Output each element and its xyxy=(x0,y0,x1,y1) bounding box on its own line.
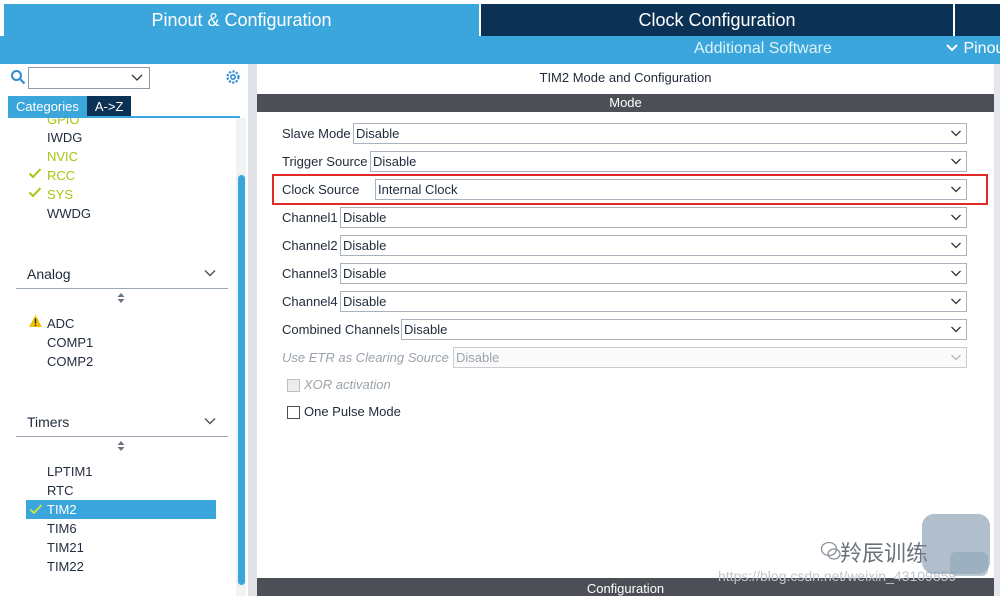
select-value: Disable xyxy=(404,322,448,337)
group-divider xyxy=(16,288,228,289)
clock-source-highlight-box xyxy=(272,174,988,205)
channel2-label: Channel2 xyxy=(282,238,338,253)
combined-channels-label: Combined Channels xyxy=(282,322,400,337)
check-icon xyxy=(29,504,43,515)
chevron-down-icon[interactable] xyxy=(130,70,144,84)
panel-splitter[interactable] xyxy=(248,64,257,596)
tab-a-z[interactable]: A->Z xyxy=(86,96,132,116)
top-tab-bar: Pinout & Configuration Clock Configurati… xyxy=(0,0,1000,36)
sort-icon[interactable] xyxy=(116,440,126,452)
channel4-label: Channel4 xyxy=(282,294,338,309)
list-item-tim22[interactable]: TIM22 xyxy=(47,557,84,576)
trigger-source-select[interactable]: Disable xyxy=(370,151,967,172)
channel1-label: Channel1 xyxy=(282,210,338,225)
peripheral-tree: GPIO IWDG NVIC RCC SYS WWDG Analog ADC C… xyxy=(0,118,236,596)
pinout-menu-label: Pinou xyxy=(963,40,1000,57)
list-item-iwdg[interactable]: IWDG xyxy=(47,128,82,147)
list-item-label: TIM2 xyxy=(47,502,77,517)
list-item-tim21[interactable]: TIM21 xyxy=(47,538,84,557)
mode-configuration-panel: TIM2 Mode and Configuration Mode Slave M… xyxy=(257,64,1000,596)
sub-tab-bar: Additional Software Pinou xyxy=(0,36,1000,64)
chevron-down-icon[interactable] xyxy=(203,414,217,428)
chevron-down-icon xyxy=(951,130,961,137)
watermark-brand: 羚辰训练 xyxy=(840,541,929,566)
channel4-select[interactable]: Disable xyxy=(340,291,967,312)
tab-overflow[interactable] xyxy=(955,4,1000,36)
use-etr-clearing-source-label: Use ETR as Clearing Source xyxy=(282,350,449,365)
xor-activation-label: XOR activation xyxy=(304,377,391,392)
list-item-rtc[interactable]: RTC xyxy=(47,481,73,500)
search-combobox[interactable] xyxy=(28,67,150,89)
list-item-nvic[interactable]: NVIC xyxy=(47,147,78,166)
select-value: Disable xyxy=(456,350,500,365)
sidebar-scrollbar-thumb[interactable] xyxy=(238,175,245,585)
list-item-sys[interactable]: SYS xyxy=(47,185,73,204)
avatar xyxy=(922,514,990,576)
gear-icon[interactable] xyxy=(224,68,242,86)
list-item-adc[interactable]: ADC xyxy=(47,314,74,333)
additional-software-link[interactable]: Additional Software xyxy=(694,40,832,58)
select-value: Disable xyxy=(373,154,417,169)
check-icon xyxy=(28,168,42,179)
wechat-logo-icon xyxy=(820,541,841,560)
pinout-menu[interactable]: Pinou xyxy=(945,40,1000,58)
channel3-label: Channel3 xyxy=(282,266,338,281)
channel3-select[interactable]: Disable xyxy=(340,263,967,284)
combined-channels-select[interactable]: Disable xyxy=(401,319,967,340)
list-item-comp2[interactable]: COMP2 xyxy=(47,352,93,371)
chevron-down-icon xyxy=(951,270,961,277)
use-etr-clearing-source-select: Disable xyxy=(453,347,967,368)
select-value: Disable xyxy=(343,294,387,309)
list-item-comp1[interactable]: COMP1 xyxy=(47,333,93,352)
select-value: Disable xyxy=(343,266,387,281)
select-value: Disable xyxy=(343,210,387,225)
list-item-rcc[interactable]: RCC xyxy=(47,166,75,185)
slave-mode-label: Slave Mode xyxy=(282,126,351,141)
chevron-down-icon xyxy=(951,298,961,305)
group-title-timers[interactable]: Timers xyxy=(27,414,69,430)
chevron-down-icon xyxy=(951,214,961,221)
chevron-down-icon xyxy=(951,354,961,361)
list-item-tim6[interactable]: TIM6 xyxy=(47,519,77,538)
chevron-down-icon xyxy=(951,242,961,249)
chevron-down-icon xyxy=(951,326,961,333)
group-divider xyxy=(16,436,228,437)
right-scroll-edge[interactable] xyxy=(994,64,1000,596)
list-item-wwdg[interactable]: WWDG xyxy=(47,204,91,223)
channel1-select[interactable]: Disable xyxy=(340,207,967,228)
one-pulse-mode-label[interactable]: One Pulse Mode xyxy=(304,404,401,419)
xor-activation-checkbox xyxy=(287,379,300,392)
group-title-analog[interactable]: Analog xyxy=(27,266,71,282)
chevron-down-icon[interactable] xyxy=(203,266,217,280)
select-value: Disable xyxy=(356,126,400,141)
page-title: TIM2 Mode and Configuration xyxy=(539,70,712,85)
mode-section-header[interactable]: Mode xyxy=(257,94,994,112)
tab-clock-configuration[interactable]: Clock Configuration xyxy=(481,4,953,36)
channel2-select[interactable]: Disable xyxy=(340,235,967,256)
warning-icon xyxy=(29,315,42,327)
tab-categories[interactable]: Categories xyxy=(8,96,87,116)
sidebar: Categories A->Z GPIO IWDG NVIC RCC SYS W… xyxy=(0,64,250,596)
check-icon xyxy=(28,187,42,198)
slave-mode-select[interactable]: Disable xyxy=(353,123,967,144)
chevron-down-icon xyxy=(946,44,958,52)
category-tabs: Categories A->Z xyxy=(8,96,132,116)
sort-icon[interactable] xyxy=(116,292,126,304)
search-icon[interactable] xyxy=(10,69,26,85)
list-item-tim2[interactable]: TIM2 xyxy=(26,500,216,519)
chevron-down-icon xyxy=(951,158,961,165)
trigger-source-label: Trigger Source xyxy=(282,154,368,169)
select-value: Disable xyxy=(343,238,387,253)
list-item-lptim1[interactable]: LPTIM1 xyxy=(47,462,93,481)
one-pulse-mode-checkbox[interactable] xyxy=(287,406,300,419)
tab-pinout-configuration[interactable]: Pinout & Configuration xyxy=(4,4,479,36)
